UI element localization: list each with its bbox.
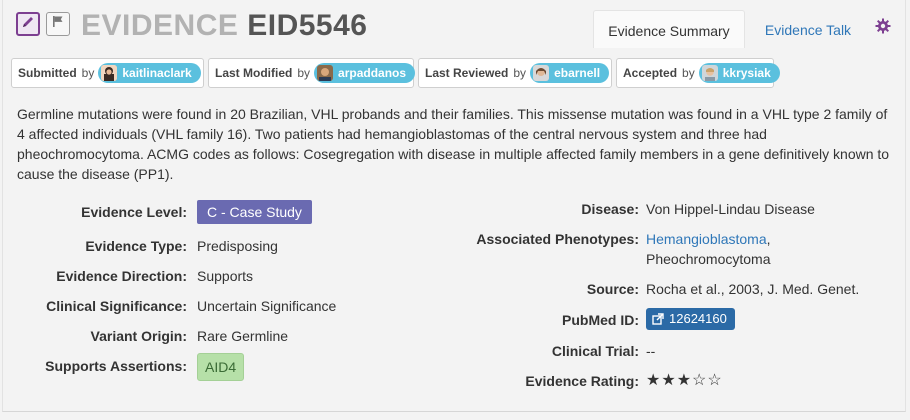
phenotype-link-hemangioblastoma[interactable]: Hemangioblastoma [646,231,767,247]
user-pill-kaitlinaclark[interactable]: kaitlinaclark [98,63,201,83]
user-pill-ebarnell[interactable]: ebarnell [530,63,610,83]
source-label: Source: [586,281,639,297]
disease-row: Disease: Von Hippel-Lindau Disease [433,197,903,221]
evidence-level-row: Evidence Level: C - Case Study [3,200,312,224]
supports-assertions-row: Supports Assertions: AID4 [3,353,245,381]
title-prefix: EVIDENCE [81,9,239,42]
tab-evidence-talk[interactable]: Evidence Talk [763,10,853,48]
supports-assertions-value: AID4 [197,353,245,381]
clinical-trial-row: Clinical Trial: -- [433,339,903,363]
user-name: ebarnell [554,66,601,80]
source-link[interactable]: Rocha et al., 2003, J. Med. Genet. [646,277,859,301]
last-reviewed-box: Last Reviewed by ebarnell [418,58,612,88]
pubmed-row: PubMed ID: 12624160 [433,308,903,332]
evidence-type-row: Evidence Type: Predisposing [3,234,278,258]
pubmed-value: 12624160 [646,308,735,332]
accepted-box: Accepted by kkrysiak [616,58,780,88]
flag-icon [52,15,64,33]
star-empty-icon: ☆ [707,372,723,389]
evidence-direction-label: Evidence Direction: [56,268,187,284]
evidence-type-label: Evidence Type: [85,238,187,254]
by-text: by [297,66,311,80]
variant-origin-row: Variant Origin: Rare Germline [3,324,289,348]
evidence-direction-row: Evidence Direction: Supports [3,264,253,288]
edit-button[interactable] [16,12,40,36]
pubmed-id-text: 12624160 [669,311,727,326]
last-reviewed-label: Last Reviewed [425,66,509,80]
avatar [317,65,334,81]
page-title: EVIDENCE EID5546 [81,6,367,46]
gear-icon[interactable] [875,18,891,34]
phenotype-link-pheochromocytoma[interactable]: Pheochromocytoma [646,247,771,271]
user-pill-kkrysiak[interactable]: kkrysiak [698,63,780,83]
last-modified-box: Last Modified by arpaddanos [208,58,416,88]
clinical-significance-value: Uncertain Significance [197,298,337,314]
star-filled-icon: ★ [676,372,693,389]
clinical-significance-row: Clinical Significance: Uncertain Signifi… [3,294,336,318]
assertion-badge[interactable]: AID4 [197,353,245,381]
clinical-trial-label: Clinical Trial: [551,343,639,359]
user-name: kkrysiak [722,66,771,80]
submitted-box: Submitted by kaitlinaclark [11,58,204,88]
evidence-type-value: Predisposing [197,238,278,254]
evidence-direction-value: Supports [197,268,254,284]
pencil-icon [21,15,35,34]
evidence-level-value: C - Case Study [197,200,312,224]
clinical-significance-label: Clinical Significance: [46,298,187,314]
avatar [533,65,550,81]
user-name: arpaddanos [338,66,407,80]
evidence-level-badge[interactable]: C - Case Study [197,200,312,224]
user-pill-arpaddanos[interactable]: arpaddanos [314,63,416,83]
source-row: Source: Rocha et al., 2003, J. Med. Gene… [433,277,903,301]
supports-assertions-label: Supports Assertions: [45,358,187,374]
pubmed-button[interactable]: 12624160 [646,308,735,330]
evidence-description: Germline mutations were found in 20 Braz… [17,106,890,182]
variant-origin-label: Variant Origin: [90,328,187,344]
accepted-label: Accepted [623,66,678,80]
avatar [101,65,118,81]
by-text: by [81,66,95,80]
phenotype-separator: , [766,231,771,247]
last-modified-label: Last Modified [215,66,293,80]
flag-button[interactable] [46,12,70,36]
avatar [701,65,718,81]
title-evidence-id: EID5546 [247,9,368,42]
phenotypes-row-2: Pheochromocytoma [433,247,903,271]
variant-origin-value: Rare Germline [197,328,289,344]
evidence-card: EVIDENCE EID5546 Evidence Summary Eviden… [2,0,906,412]
disease-link[interactable]: Von Hippel-Lindau Disease [646,197,815,221]
evidence-rating-stars: ★★★☆☆ [646,369,723,393]
evidence-rating-label: Evidence Rating: [525,373,639,389]
tab-evidence-summary[interactable]: Evidence Summary [593,10,745,48]
submitted-label: Submitted [18,66,77,80]
by-text: by [513,66,527,80]
evidence-rating-row: Evidence Rating: ★★★☆☆ [433,369,903,393]
user-name: kaitlinaclark [122,66,192,80]
disease-label: Disease: [581,201,639,217]
evidence-level-label: Evidence Level: [81,204,187,220]
clinical-trial-value: -- [646,343,656,359]
star-empty-icon: ☆ [692,372,708,389]
pubmed-label: PubMed ID: [562,312,639,328]
star-filled-icon: ★ [661,372,677,389]
external-link-icon [652,313,664,325]
by-text: by [682,66,695,80]
star-filled-icon: ★ [646,372,662,389]
